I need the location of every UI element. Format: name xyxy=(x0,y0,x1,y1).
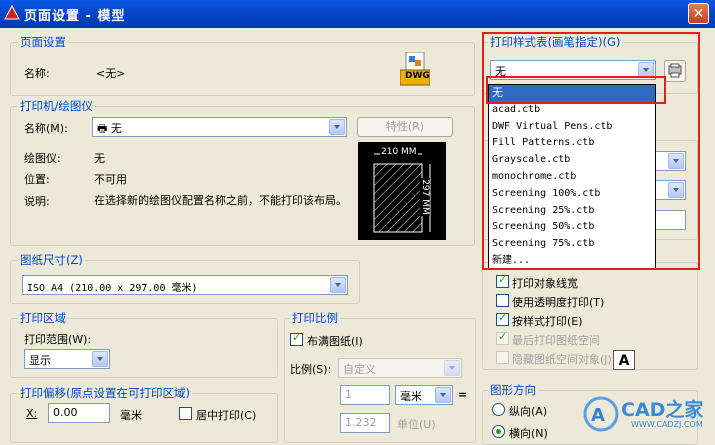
plot-scale-group-label: 打印比例 xyxy=(290,310,340,326)
watermark: A CAD之家 WWW.CADZJ.COM xyxy=(583,393,713,435)
scale-value1-input[interactable]: 1 xyxy=(340,385,390,405)
scale-value: 自定义 xyxy=(343,363,376,376)
plot-option-label: 使用透明度打印(T) xyxy=(512,296,605,309)
plot-option-label: 按样式打印(E) xyxy=(512,315,583,328)
scale-unit-label: 单位(U) xyxy=(397,418,436,431)
dwg-file-icon[interactable]: DWG xyxy=(399,51,431,86)
landscape-radio[interactable] xyxy=(492,425,505,438)
paper-size-group-label: 图纸尺寸(Z) xyxy=(18,252,85,268)
chevron-down-icon xyxy=(92,351,108,367)
scale-value2-input[interactable]: 1.232 xyxy=(340,413,390,433)
close-button[interactable]: ✕ xyxy=(688,3,709,24)
page-setup-name-label: 名称: xyxy=(24,67,50,80)
svg-text:A: A xyxy=(591,405,605,426)
dwg-icon-label: DWG xyxy=(405,71,430,81)
page-setup-name-value: <无> xyxy=(96,67,126,80)
chevron-down-icon xyxy=(435,387,451,403)
x-offset-input[interactable]: 0.00 xyxy=(48,403,110,423)
chevron-down-icon xyxy=(329,119,345,135)
printer-name-value: 无 xyxy=(110,122,122,135)
equals-sign: = xyxy=(458,388,468,401)
watermark-url: WWW.CADZJ.COM xyxy=(631,420,703,429)
printer-properties-button[interactable]: 特性(R) xyxy=(357,117,453,137)
plot-option-checkbox[interactable] xyxy=(496,351,509,364)
watermark-logo-icon: A xyxy=(583,396,619,432)
plot-area-group-label: 打印区域 xyxy=(18,310,68,326)
printer-group-label: 打印机/绘图仪 xyxy=(18,98,95,114)
plot-option-checkbox[interactable] xyxy=(496,330,509,345)
plot-option-label: 打印对象线宽 xyxy=(512,277,578,290)
portrait-label: 纵向(A) xyxy=(509,405,548,418)
paper-size-value: ISO A4 (210.00 x 297.00 毫米) xyxy=(27,283,198,294)
plot-range-value: 显示 xyxy=(29,354,51,367)
plot-option-label: 隐藏图纸空间对象(J) xyxy=(512,353,612,366)
autocad-app-icon xyxy=(4,5,20,20)
plot-area-group xyxy=(10,318,278,378)
preview-width-label: 210 MM xyxy=(380,147,418,157)
location-label: 位置: xyxy=(24,173,50,186)
title-bar: 页面设置 - 模型 ✕ xyxy=(0,0,715,28)
printer-icon: 🖶 xyxy=(97,122,108,135)
orientation-group-label: 图形方向 xyxy=(488,382,538,398)
scale-label: 比例(S): xyxy=(290,363,332,376)
orientation-preview-icon: A xyxy=(613,350,635,370)
plotter-value: 无 xyxy=(94,152,105,165)
printer-name-label: 名称(M): xyxy=(24,122,68,135)
printer-name-select[interactable]: 🖶 无 xyxy=(92,117,347,137)
description-value: 在选择新的绘图仪配置名称之前，不能打印该布局。 xyxy=(94,194,347,207)
plot-option-checkbox[interactable] xyxy=(496,311,509,326)
scale-select[interactable]: 自定义 xyxy=(338,358,462,378)
annotation-selected-highlight xyxy=(486,76,666,104)
plot-offset-group-label: 打印偏移(原点设置在可打印区域) xyxy=(18,385,192,401)
plot-option-label: 最后打印图纸空间 xyxy=(512,334,600,347)
annotation-outer-highlight xyxy=(482,32,700,270)
page-setup-group-label: 页面设置 xyxy=(18,34,68,50)
scale-unit-value: 毫米 xyxy=(400,390,422,403)
plot-option-checkbox[interactable] xyxy=(496,273,509,288)
scale-unit-select[interactable]: 毫米 xyxy=(395,385,453,405)
paper-size-select[interactable]: ISO A4 (210.00 x 297.00 毫米) xyxy=(22,275,348,295)
center-plot-label: 居中打印(C) xyxy=(196,409,257,422)
landscape-label: 横向(N) xyxy=(509,427,548,440)
preview-height-label: 297 MM xyxy=(419,178,430,216)
center-plot-checkbox[interactable] xyxy=(179,407,192,420)
paper-preview: 210 MM 297 MM xyxy=(358,142,446,240)
portrait-radio[interactable] xyxy=(492,403,505,416)
location-value: 不可用 xyxy=(94,173,127,186)
plot-option-checkbox[interactable] xyxy=(496,294,509,307)
watermark-text: CAD之家 xyxy=(621,399,704,421)
plot-range-label: 打印范围(W): xyxy=(24,333,92,346)
window-title: 页面设置 - 模型 xyxy=(24,9,126,24)
x-offset-unit: 毫米 xyxy=(120,409,142,422)
plotter-label: 绘图仪: xyxy=(24,152,61,165)
chevron-down-icon xyxy=(444,360,460,376)
fit-to-paper-checkbox[interactable] xyxy=(290,331,303,346)
description-label: 说明: xyxy=(24,195,50,208)
fit-to-paper-label: 布满图纸(I) xyxy=(307,335,363,348)
x-offset-label: X: xyxy=(26,407,38,420)
plot-range-select[interactable]: 显示 xyxy=(24,349,110,369)
chevron-down-icon xyxy=(330,277,346,293)
